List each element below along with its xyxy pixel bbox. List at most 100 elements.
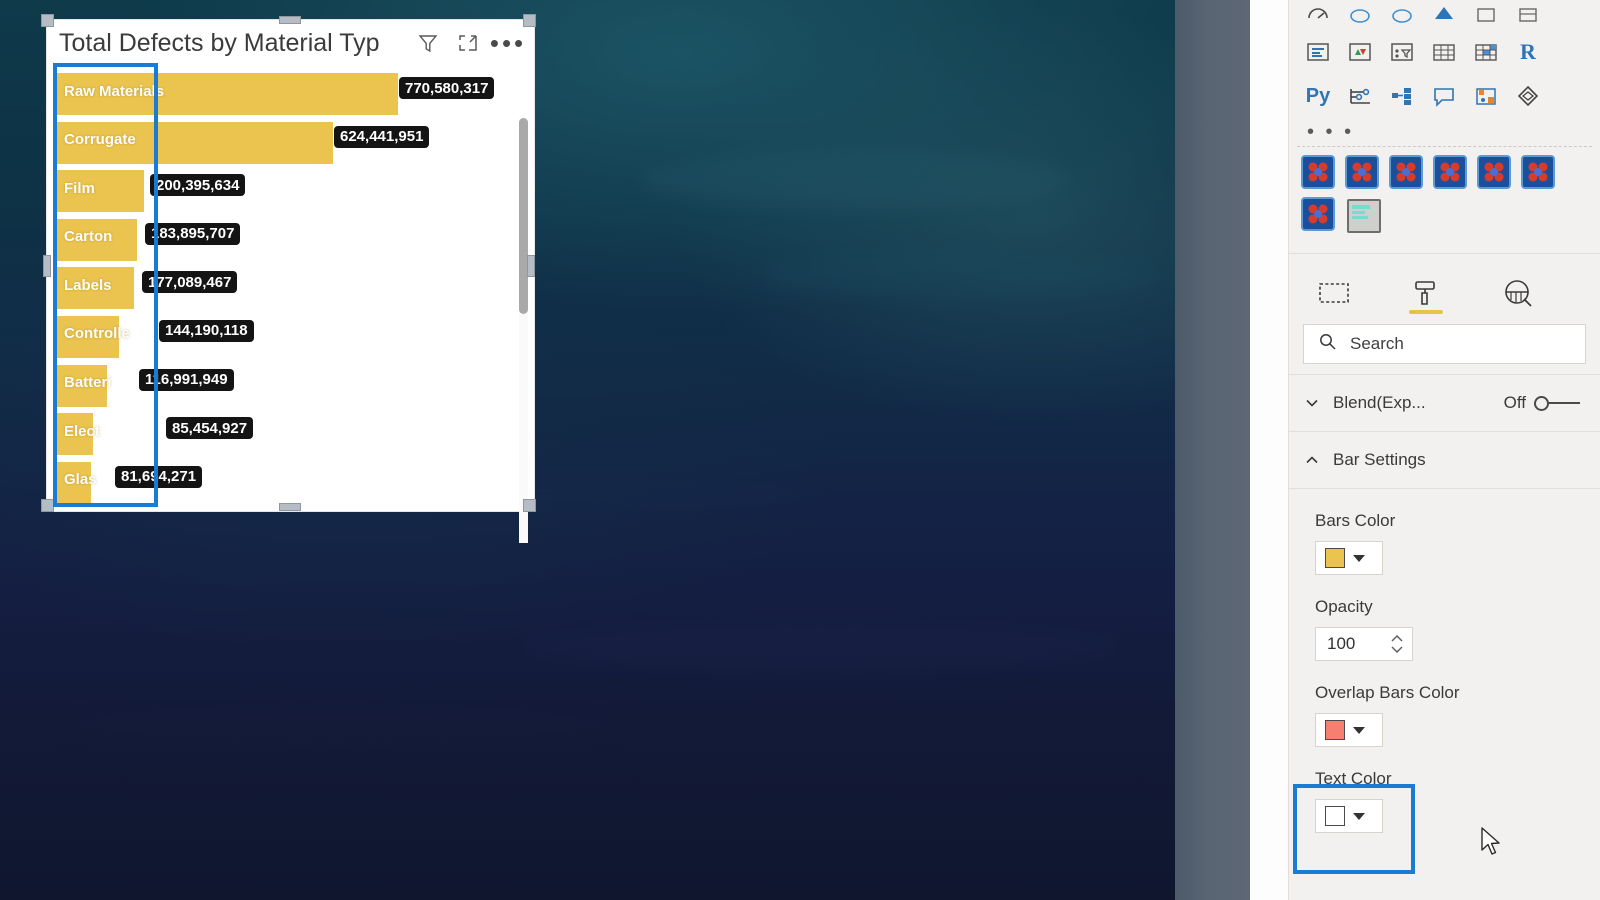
resize-handle-top-left[interactable] xyxy=(41,14,54,27)
search-container: Search xyxy=(1289,314,1600,374)
power-apps-icon[interactable] xyxy=(1513,81,1543,111)
chart-bar-row[interactable]: Corrugate 624,441,951 xyxy=(55,119,534,168)
bar-category-label: Elect xyxy=(64,422,100,440)
focus-mode-icon[interactable] xyxy=(456,31,480,55)
custom-visuals-row xyxy=(1303,157,1592,187)
more-options-icon[interactable]: ••• xyxy=(490,30,523,56)
search-icon xyxy=(1318,332,1338,357)
visual-title: Total Defects by Material Typ xyxy=(59,28,380,57)
chart-bar-row[interactable]: Batteri 116,991,949 xyxy=(55,362,534,411)
toggle-track xyxy=(1548,402,1580,404)
resize-handle-bottom-center[interactable] xyxy=(279,503,301,511)
table-visual-icon[interactable] xyxy=(1347,199,1381,233)
window-edge-strip xyxy=(1175,0,1250,900)
bar-value-label: 183,895,707 xyxy=(145,222,241,245)
more-visuals-icon[interactable]: • • • xyxy=(1289,118,1600,146)
azure-map-icon[interactable] xyxy=(1429,0,1459,30)
bar-value-label: 116,991,949 xyxy=(139,368,234,391)
python-script-icon[interactable]: Py xyxy=(1303,81,1333,111)
blend-toggle[interactable] xyxy=(1534,394,1580,412)
chevron-down-icon[interactable] xyxy=(1353,812,1365,820)
custom-visuals-gallery xyxy=(1289,147,1600,253)
resize-handle-bottom-left[interactable] xyxy=(41,499,54,512)
spinner-down-icon xyxy=(1391,646,1403,653)
chart-bar-row[interactable]: Controlle 144,190,118 xyxy=(55,313,534,362)
bar-value-label: 85,454,927 xyxy=(166,417,254,440)
bar-value-label: 81,694,271 xyxy=(115,465,203,488)
mouse-pointer xyxy=(1480,826,1502,858)
resize-handle-right-middle[interactable] xyxy=(527,255,535,277)
section-blend-expression[interactable]: Blend(Exp... Off xyxy=(1289,375,1600,431)
bar-category-label: Glas xyxy=(64,471,97,489)
property-opacity: Opacity 100 xyxy=(1289,597,1600,661)
paginated-report-icon[interactable] xyxy=(1471,81,1501,111)
bar-value-label: 177,089,467 xyxy=(142,271,238,294)
svg-icon[interactable] xyxy=(1471,0,1501,30)
resize-handle-bottom-right[interactable] xyxy=(523,499,536,512)
ai-visual-2-icon[interactable] xyxy=(1387,0,1417,30)
section-bar-settings[interactable]: Bar Settings xyxy=(1289,432,1600,488)
property-label: Opacity xyxy=(1315,597,1373,616)
table-filter-icon[interactable] xyxy=(1387,37,1417,67)
r-script-icon[interactable]: R xyxy=(1513,37,1543,67)
key-influencers-icon[interactable] xyxy=(1387,81,1417,111)
format-panel-tabs xyxy=(1289,254,1600,314)
smart-narrative-icon[interactable] xyxy=(1429,81,1459,111)
format-panel: R Py • • • Search Blend(Exp... Off Bar S… xyxy=(1289,0,1600,900)
bar-value-label: 624,441,951 xyxy=(334,125,430,148)
slicer-icon[interactable] xyxy=(1513,0,1543,30)
chart-bar-row[interactable]: Raw Materials 770,580,317 xyxy=(55,70,534,119)
opacity-value[interactable]: 100 xyxy=(1327,634,1355,654)
property-label: Overlap Bars Color xyxy=(1315,683,1460,702)
table-icon[interactable] xyxy=(1471,37,1501,67)
scrollbar-thumb[interactable] xyxy=(519,118,528,314)
custom-visual-icon[interactable] xyxy=(1435,157,1465,187)
custom-visual-icon[interactable] xyxy=(1347,157,1377,187)
tab-format[interactable] xyxy=(1403,272,1449,314)
bar-value-label: 770,580,317 xyxy=(399,77,495,99)
filter-icon[interactable] xyxy=(416,31,440,55)
chevron-down-icon[interactable] xyxy=(1303,394,1321,412)
chevron-down-icon[interactable] xyxy=(1353,554,1365,562)
build-visual-icon[interactable] xyxy=(1303,0,1333,30)
panel-section-divider xyxy=(1289,488,1600,489)
custom-visual-icon[interactable] xyxy=(1479,157,1509,187)
custom-visual-icon[interactable] xyxy=(1391,157,1421,187)
bar-category-label: Raw Materials xyxy=(64,82,165,100)
visualization-gallery-row xyxy=(1289,0,1600,30)
kpi-icon[interactable] xyxy=(1345,37,1375,67)
chart-visual-container[interactable]: Total Defects by Material Typ ••• Raw Ma… xyxy=(46,19,535,543)
blend-toggle-container[interactable]: Off xyxy=(1504,393,1600,413)
chart-bar-row[interactable]: Elect 85,454,927 xyxy=(55,410,534,459)
chart-bar-row[interactable]: Carton 183,895,707 xyxy=(55,216,534,265)
resize-handle-left-middle[interactable] xyxy=(43,255,51,277)
ai-visual-icon[interactable] xyxy=(1345,0,1375,30)
chevron-down-icon[interactable] xyxy=(1353,726,1365,734)
bar-value-label: 200,395,634 xyxy=(150,174,246,197)
custom-visual-icon[interactable] xyxy=(1303,157,1333,187)
chart-bar-row[interactable]: Film 200,395,634 xyxy=(55,167,534,216)
visual-header-actions: ••• xyxy=(416,30,523,56)
spinner-arrows[interactable] xyxy=(1390,634,1404,654)
chart-vertical-scrollbar[interactable] xyxy=(519,118,528,543)
resize-handle-top-right[interactable] xyxy=(523,14,536,27)
property-bars-color: Bars Color xyxy=(1289,511,1600,575)
bar-value-label: 144,190,118 xyxy=(159,319,254,342)
search-input[interactable]: Search xyxy=(1303,324,1586,364)
tab-analytics[interactable] xyxy=(1495,272,1541,314)
chart-bar-row[interactable]: Labels 177,089,467 xyxy=(55,264,534,313)
text-color-picker[interactable] xyxy=(1315,799,1383,833)
custom-visual-icon[interactable] xyxy=(1303,199,1333,229)
overlap-bars-color-picker[interactable] xyxy=(1315,713,1383,747)
multi-row-card-icon[interactable] xyxy=(1303,37,1333,67)
tab-visual-fields[interactable] xyxy=(1311,272,1357,314)
bars-color-picker[interactable] xyxy=(1315,541,1383,575)
custom-visual-icon[interactable] xyxy=(1523,157,1553,187)
decomposition-tree-icon[interactable] xyxy=(1345,81,1375,111)
resize-handle-top-center[interactable] xyxy=(279,16,301,24)
matrix-icon[interactable] xyxy=(1429,37,1459,67)
property-label: Text Color xyxy=(1315,769,1392,788)
chart-bar-row[interactable]: Glas 81,694,271 xyxy=(55,459,534,508)
chevron-up-icon[interactable] xyxy=(1303,451,1321,469)
opacity-stepper[interactable]: 100 xyxy=(1315,627,1413,661)
